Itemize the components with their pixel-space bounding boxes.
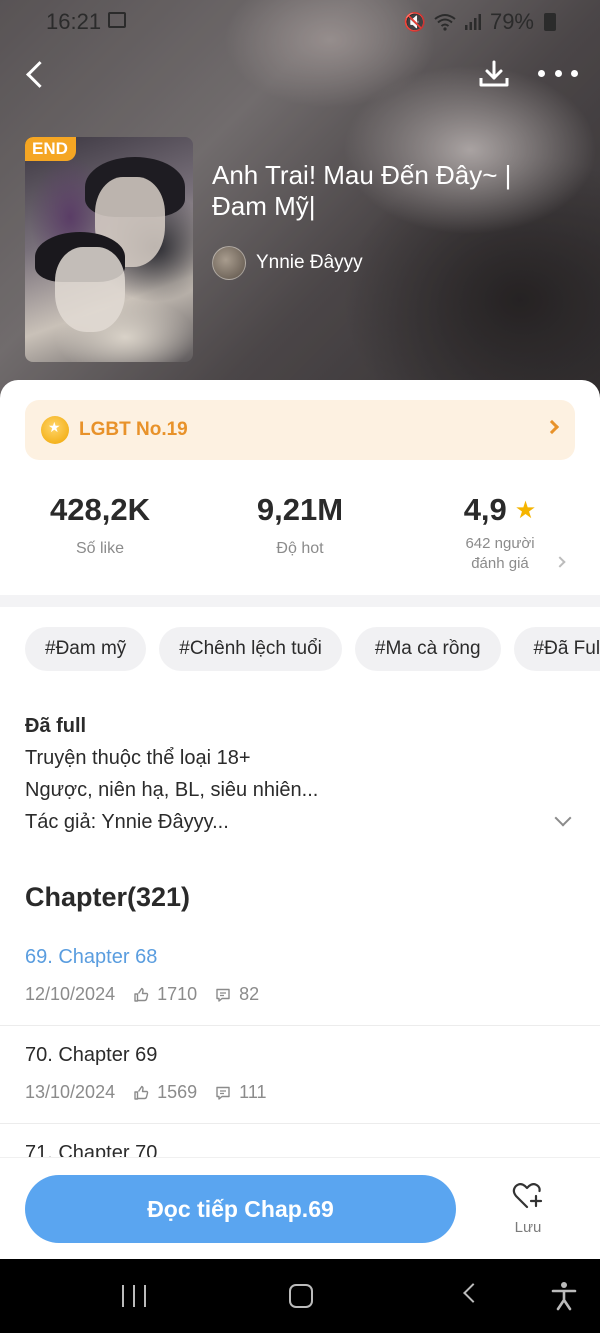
download-icon — [479, 60, 509, 87]
rank-banner[interactable]: LGBT No.19 — [25, 400, 575, 460]
description-line: Truyện thuộc thể loại 18+ — [25, 747, 251, 769]
battery-icon — [544, 13, 556, 31]
chapter-likes: 1710 — [157, 984, 198, 1004]
expand-description-icon[interactable] — [554, 809, 572, 827]
heart-plus-icon — [512, 1183, 543, 1209]
stat-hot: 9,21M Độ hot — [200, 492, 400, 558]
medal-icon — [41, 416, 69, 444]
bottom-action-bar: Đọc tiếp Chap.69 Lưu — [0, 1157, 600, 1259]
continue-reading-button[interactable]: Đọc tiếp Chap.69 — [25, 1175, 456, 1243]
wifi-icon — [434, 14, 456, 31]
description-title: Đã full — [25, 715, 87, 737]
system-navigation-bar — [0, 1259, 600, 1333]
story-title: Anh Trai! Mau Đến Đây~ | Đam Mỹ| — [212, 160, 512, 221]
section-divider — [0, 595, 600, 607]
accessibility-icon[interactable] — [550, 1281, 578, 1311]
like-icon — [134, 987, 149, 1002]
chapter-title: 70. Chapter 69 — [25, 1044, 158, 1066]
hot-label: Độ hot — [276, 540, 324, 557]
back-button[interactable] — [18, 56, 54, 92]
comment-icon — [216, 1086, 230, 1100]
comment-icon — [216, 988, 230, 1002]
author-avatar — [212, 246, 246, 280]
recent-apps-button[interactable] — [122, 1285, 146, 1307]
save-button[interactable]: Lưu — [498, 1180, 558, 1242]
chapter-comments: 111 — [239, 1082, 267, 1102]
tag-chip[interactable]: #Đam mỹ — [25, 627, 147, 671]
chapter-item[interactable]: 70. Chapter 69 13/10/2024 1569 111 — [0, 1044, 600, 1142]
status-bar: 16:21 🔇 79% — [0, 0, 600, 42]
signal-icon — [464, 14, 481, 30]
stats-row: 428,2K Số like 9,21M Độ hot 4,9 ★ 642 ng… — [0, 492, 600, 592]
tag-chip[interactable]: #Ma cà rồng — [354, 627, 501, 671]
like-icon — [134, 1085, 149, 1100]
hot-count: 9,21M — [256, 492, 344, 527]
chapter-item[interactable]: 69. Chapter 68 12/10/2024 1710 82 — [0, 946, 600, 1044]
story-detail-sheet: LGBT No.19 428,2K Số like 9,21M Độ hot 4… — [0, 380, 600, 1260]
tag-list: #Đam mỹ #Chênh lệch tuổi #Ma cà rồng #Đã… — [25, 627, 600, 671]
save-label: Lưu — [514, 1219, 542, 1236]
battery-percent: 79% — [489, 9, 534, 34]
rating-label: đánh giá — [471, 555, 529, 572]
top-nav — [0, 50, 600, 100]
mute-icon: 🔇 — [403, 11, 426, 32]
dot-icon — [571, 69, 578, 77]
description-line: Tác giả: Ynnie Đâyyy... — [25, 811, 229, 833]
row-divider — [0, 1123, 600, 1124]
chapter-date: 13/10/2024 — [25, 1082, 116, 1102]
status-indicators: 🔇 79% — [404, 9, 556, 35]
chapter-meta: 13/10/2024 1569 111 — [25, 1082, 267, 1103]
more-options-button[interactable] — [538, 58, 578, 88]
author-link[interactable]: Ynnie Đâyyy — [212, 246, 363, 280]
dot-icon — [554, 69, 562, 77]
chapter-comments: 82 — [239, 984, 260, 1004]
star-icon: ★ — [514, 496, 537, 524]
dot-icon — [538, 69, 545, 77]
rating-value: 4,9 — [463, 492, 507, 527]
likes-label: Số like — [75, 540, 125, 557]
likes-count: 428,2K — [50, 492, 150, 527]
end-badge: END — [25, 137, 76, 161]
rank-label: LGBT No.19 — [79, 419, 188, 440]
author-name: Ynnie Đâyyy — [256, 252, 363, 273]
home-button[interactable] — [289, 1284, 313, 1308]
description[interactable]: Đã full Truyện thuộc thể loại 18+ Ngược,… — [25, 710, 545, 838]
tag-chip[interactable]: #Chênh lệch tuổi — [159, 627, 342, 671]
stat-likes: 428,2K Số like — [0, 492, 200, 558]
chapter-likes: 1569 — [157, 1082, 198, 1102]
chapter-title: 69. Chapter 68 — [25, 946, 158, 968]
tag-chip[interactable]: #Đã Full — [513, 627, 600, 671]
rating-count: 642 người — [465, 535, 535, 552]
download-button[interactable] — [476, 56, 512, 92]
description-line: Ngược, niên hạ, BL, siêu nhiên... — [25, 779, 319, 801]
stat-rating[interactable]: 4,9 ★ 642 người đánh giá — [400, 492, 600, 574]
chevron-right-icon — [544, 419, 560, 435]
status-time: 16:21 — [46, 9, 102, 34]
cover-image[interactable]: END — [25, 137, 193, 362]
system-back-button[interactable] — [463, 1283, 483, 1303]
chapter-list-header: Chapter(321) — [25, 882, 191, 912]
gallery-icon — [108, 12, 126, 28]
chapter-meta: 12/10/2024 1710 82 — [25, 984, 259, 1005]
chapter-date: 12/10/2024 — [25, 984, 116, 1004]
row-divider — [0, 1025, 600, 1026]
